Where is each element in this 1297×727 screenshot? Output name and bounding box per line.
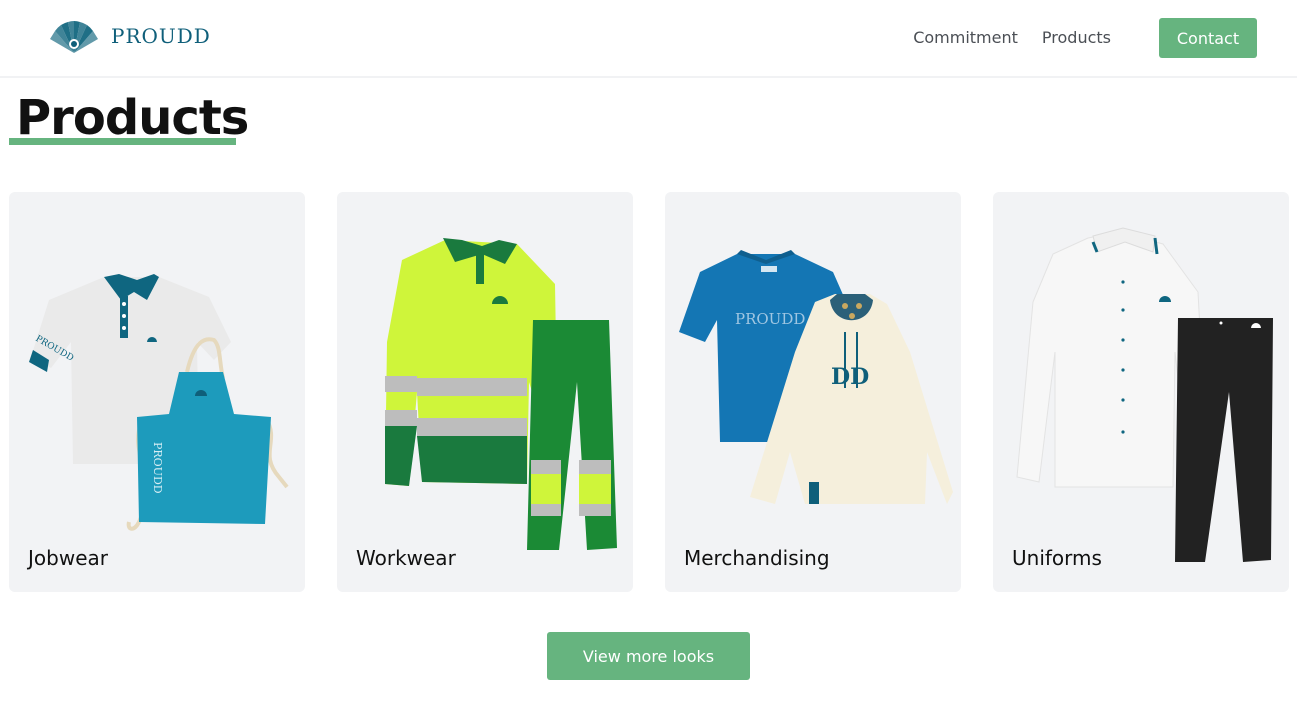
product-label: Jobwear xyxy=(28,546,108,570)
hi-vis-workwear-image xyxy=(385,238,617,550)
apron-print: PROUDD xyxy=(151,442,164,494)
tshirt-hoodie-image: PROUDD DD xyxy=(679,250,953,504)
view-more-looks-button[interactable]: View more looks xyxy=(547,632,750,680)
product-card-workwear[interactable]: Workwear xyxy=(337,192,633,592)
nav-link-products[interactable]: Products xyxy=(1042,18,1111,58)
contact-button[interactable]: Contact xyxy=(1159,18,1257,58)
tshirt-print: PROUDD xyxy=(735,310,805,328)
product-card-merchandising[interactable]: PROUDD DD Merchandising xyxy=(665,192,961,592)
title-underline xyxy=(9,138,236,145)
product-label: Uniforms xyxy=(1012,546,1102,570)
hoodie-print: DD xyxy=(831,364,869,390)
product-card-uniforms[interactable]: Uniforms xyxy=(993,192,1289,592)
peacock-icon xyxy=(50,21,98,53)
main-nav: Commitment Products Contact xyxy=(913,18,1257,58)
brand-name: PROUDD xyxy=(111,24,211,48)
product-label: Workwear xyxy=(356,546,456,570)
shirt-trousers-image xyxy=(1016,227,1273,562)
product-label: Merchandising xyxy=(684,546,830,570)
logo[interactable]: PROUDD xyxy=(47,17,211,55)
nav-link-commitment[interactable]: Commitment xyxy=(913,18,1018,58)
product-card-jobwear[interactable]: PROUDD PROUDD Jobwear xyxy=(9,192,305,592)
site-header: PROUDD Commitment Products Contact xyxy=(0,0,1297,78)
polo-apron-image: PROUDD PROUDD xyxy=(29,274,289,531)
